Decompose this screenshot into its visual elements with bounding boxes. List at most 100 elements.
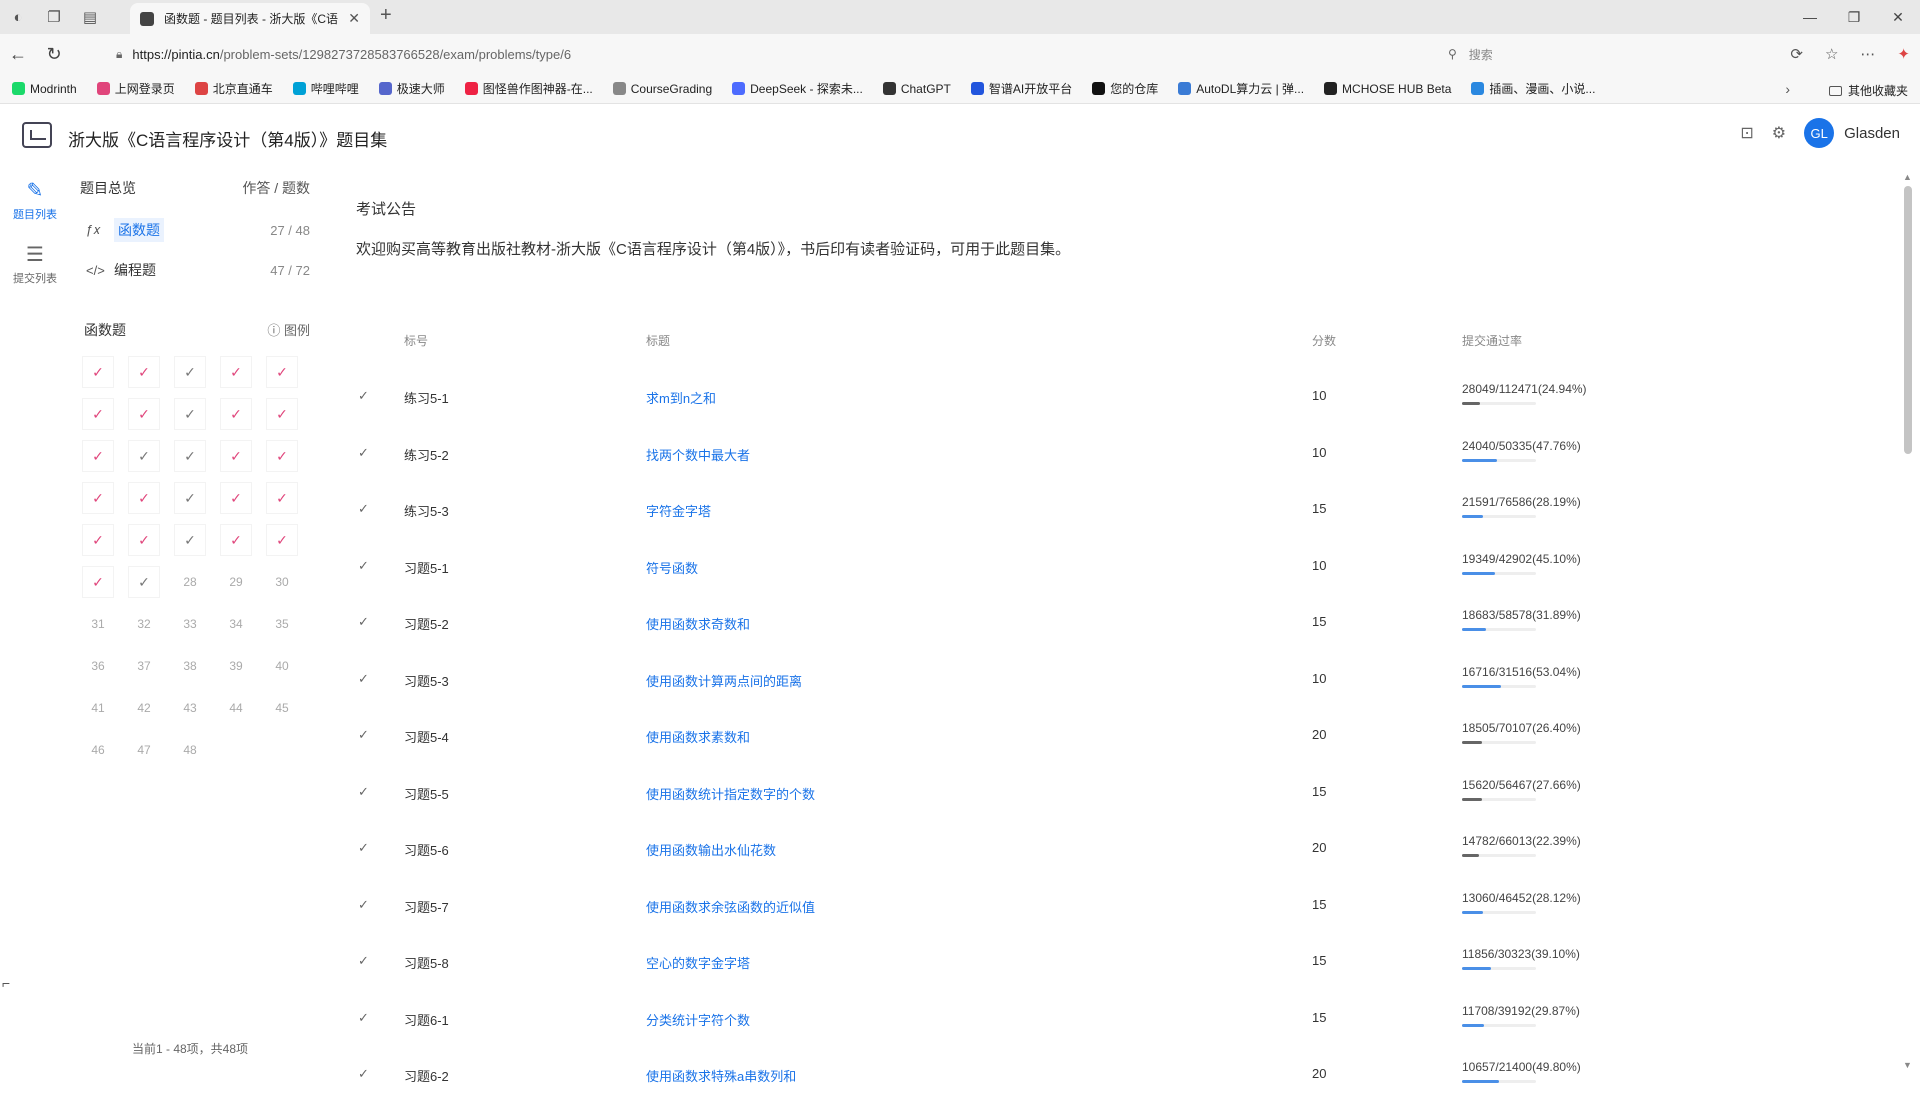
problem-cell[interactable]: 35 [266,608,298,640]
rail-problem-list[interactable]: ✎ 题目列表 [0,168,70,232]
bookmark-item[interactable]: DeepSeek - 探索未... [732,80,863,97]
user-name[interactable]: Glasden [1844,125,1900,142]
scroll-up-icon[interactable]: ▲ [1903,172,1912,182]
bookmarks-overflow-icon[interactable]: › [1785,81,1790,97]
problem-cell[interactable]: 31 [82,608,114,640]
tab-actions-icon[interactable]: ▤ [72,0,108,34]
problem-cell-solved[interactable]: ✓ [266,356,298,388]
problem-cell-solved[interactable]: ✓ [128,482,160,514]
problem-title-link[interactable]: 使用函数计算两点间的距离 [646,671,802,690]
scroll-down-icon[interactable]: ▼ [1903,1060,1912,1070]
bookmark-item[interactable]: Modrinth [12,82,77,96]
problem-cell-solved[interactable]: ✓ [174,482,206,514]
favorites-icon[interactable]: ☆ [1825,45,1838,63]
problem-cell-solved[interactable]: ✓ [266,524,298,556]
tab-close-icon[interactable]: ✕ [348,10,360,27]
problem-cell[interactable]: 39 [220,650,252,682]
problem-cell-solved[interactable]: ✓ [220,356,252,388]
problem-cell-solved[interactable]: ✓ [174,356,206,388]
problem-cell-solved[interactable]: ✓ [82,566,114,598]
problem-cell[interactable]: 46 [82,734,114,766]
problem-cell[interactable]: 45 [266,692,298,724]
problem-cell-solved[interactable]: ✓ [128,440,160,472]
scrollbar[interactable]: ▲ ▼ [1903,172,1912,1072]
address-bar[interactable]: 🔒︎ https://pintia.cn /problem-sets/12982… [110,39,1390,69]
problem-title-link[interactable]: 分类统计字符个数 [646,1010,750,1029]
legend-button[interactable]: ⓘ 图例 [267,320,310,340]
browser-search-box[interactable]: ⚲ 搜索 [1448,42,1728,66]
problem-title-link[interactable]: 使用函数输出水仙花数 [646,840,776,859]
browser-tab-active[interactable]: 函数题 - 题目列表 - 浙大版《C语 ✕ [130,3,370,34]
notice-box-icon[interactable]: ⊡ [1740,123,1753,143]
problem-cell-solved[interactable]: ✓ [220,398,252,430]
minimize-icon[interactable]: — [1788,0,1832,34]
problem-cell[interactable]: 48 [174,734,206,766]
problem-cell-solved[interactable]: ✓ [266,398,298,430]
feedback-icon[interactable]: ⌐ [2,975,10,991]
problem-cell[interactable]: 30 [266,566,298,598]
problem-title-link[interactable]: 使用函数求素数和 [646,727,750,746]
bookmark-item[interactable]: AutoDL算力云 | 弹... [1178,80,1304,97]
bookmark-item[interactable]: 插画、漫画、小说... [1471,80,1595,97]
problem-title-link[interactable]: 字符金字塔 [646,501,711,520]
problem-cell[interactable]: 42 [128,692,160,724]
type-function-problems[interactable]: ƒ𝑥 函数题 27 / 48 [78,210,318,250]
problem-cell[interactable]: 28 [174,566,206,598]
refresh-icon[interactable]: ↻ [36,44,72,65]
problem-title-link[interactable]: 使用函数统计指定数字的个数 [646,784,815,803]
problem-cell[interactable]: 40 [266,650,298,682]
scroll-thumb[interactable] [1904,186,1912,454]
back-icon[interactable]: ← [0,44,36,65]
problem-title-link[interactable]: 使用函数求特殊a串数列和 [646,1066,796,1085]
avatar[interactable]: GL [1804,118,1835,148]
problem-cell-solved[interactable]: ✓ [128,398,160,430]
problem-cell-solved[interactable]: ✓ [174,524,206,556]
problem-cell[interactable]: 32 [128,608,160,640]
copilot-icon[interactable]: ✦ [1897,45,1910,63]
problem-cell[interactable]: 37 [128,650,160,682]
restore-icon[interactable]: ❐ [1832,0,1876,34]
problem-cell[interactable]: 36 [82,650,114,682]
problem-cell-solved[interactable]: ✓ [82,398,114,430]
bookmark-item[interactable]: CourseGrading [612,82,712,96]
bookmark-item[interactable]: 北京直通车 [194,80,273,97]
problem-cell[interactable]: 47 [128,734,160,766]
problem-title-link[interactable]: 求m到n之和 [646,388,716,407]
bookmark-item[interactable]: 图怪兽作图神器-在... [464,80,593,97]
problem-cell[interactable]: 33 [174,608,206,640]
problem-cell-solved[interactable]: ✓ [266,440,298,472]
problem-cell[interactable]: 44 [220,692,252,724]
problem-cell-solved[interactable]: ✓ [82,524,114,556]
bookmark-item[interactable]: 智谱AI开放平台 [970,80,1072,97]
problem-cell[interactable]: 43 [174,692,206,724]
type-programming-problems[interactable]: </> 编程题 47 / 72 [78,250,318,290]
bookmark-item[interactable]: 哔哩哔哩 [292,80,359,97]
other-favorites-folder[interactable]: 其他收藏夹 [1828,82,1908,99]
pta-logo-icon[interactable] [22,122,52,148]
problem-cell[interactable]: 41 [82,692,114,724]
bookmark-item[interactable]: 您的仓库 [1092,80,1158,97]
lock-icon[interactable]: 🔒︎ [116,47,122,62]
bookmark-item[interactable]: MCHOSE HUB Beta [1324,82,1451,96]
profile-icon[interactable]: ◐ [0,0,36,34]
problem-cell-solved[interactable]: ✓ [82,482,114,514]
problem-cell-solved[interactable]: ✓ [220,440,252,472]
problem-cell-solved[interactable]: ✓ [220,482,252,514]
problem-cell-solved[interactable]: ✓ [220,524,252,556]
problem-title-link[interactable]: 找两个数中最大者 [646,445,750,464]
close-window-icon[interactable]: ✕ [1876,0,1920,34]
sync-icon[interactable]: ⟳ [1790,45,1803,63]
settings-icon[interactable]: ⚙ [1772,123,1786,143]
more-icon[interactable]: ⋯ [1860,45,1875,63]
problem-cell-solved[interactable]: ✓ [128,566,160,598]
bookmark-item[interactable]: ChatGPT [882,82,951,96]
problem-cell[interactable]: 34 [220,608,252,640]
problem-cell-solved[interactable]: ✓ [266,482,298,514]
bookmark-item[interactable]: 极速大师 [378,80,445,97]
problem-cell-solved[interactable]: ✓ [82,440,114,472]
bookmark-item[interactable]: 上网登录页 [96,80,175,97]
problem-cell-solved[interactable]: ✓ [174,440,206,472]
problem-cell-solved[interactable]: ✓ [128,356,160,388]
problem-title-link[interactable]: 空心的数字金字塔 [646,953,750,972]
problem-title-link[interactable]: 使用函数求奇数和 [646,614,750,633]
